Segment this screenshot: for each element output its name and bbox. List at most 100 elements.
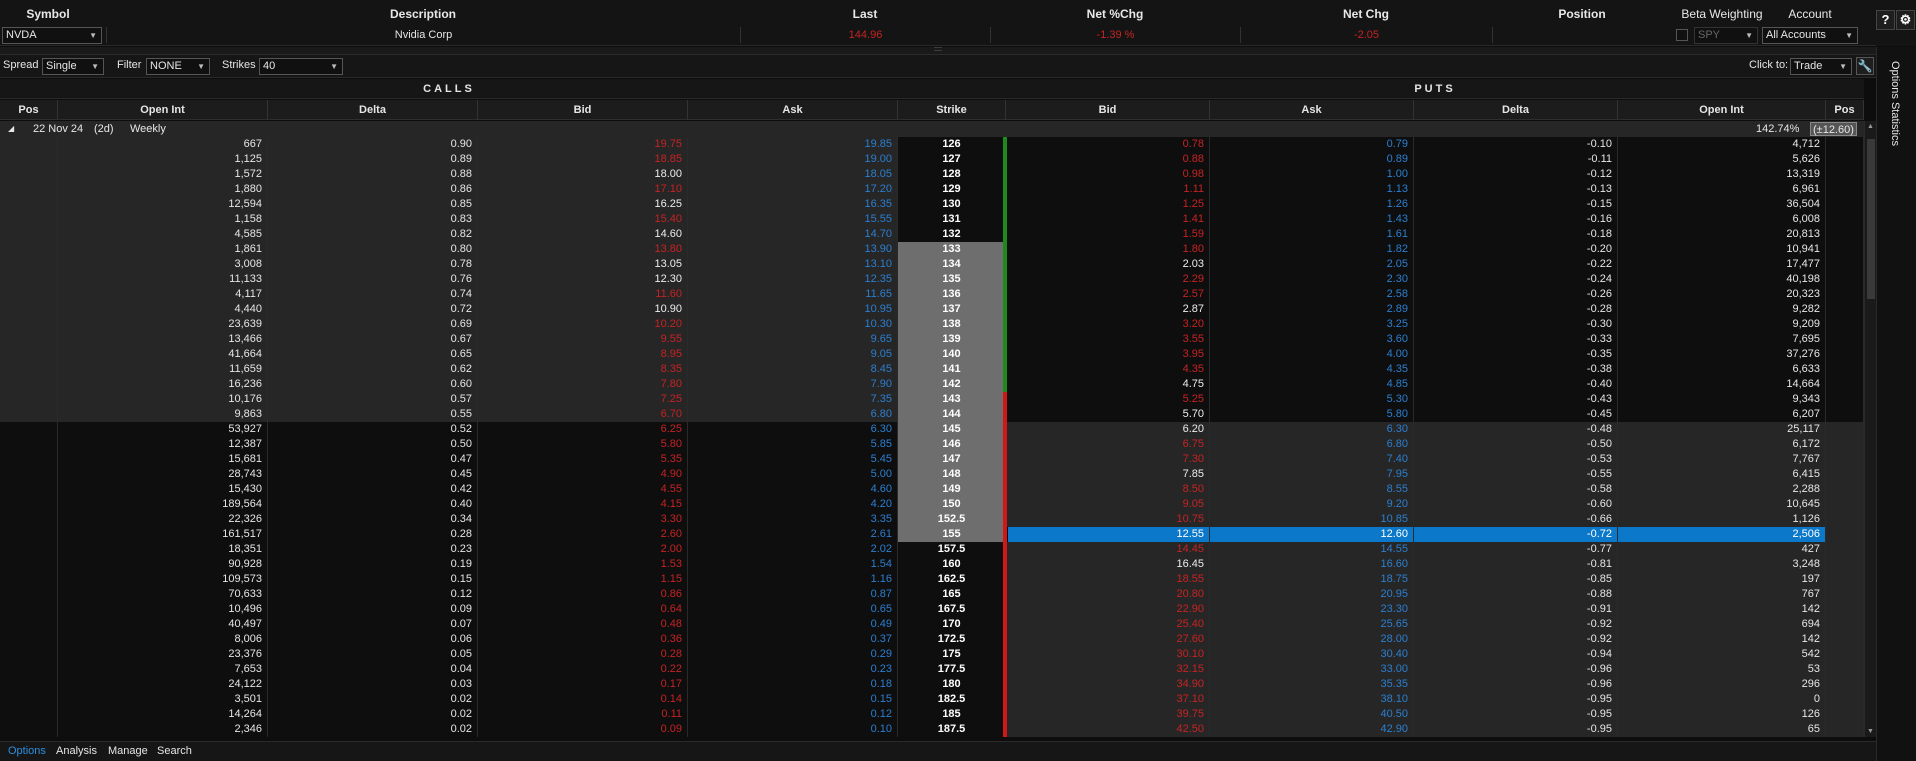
put-ask-cell[interactable]: 1.82: [1210, 242, 1414, 257]
col-calls-open-int[interactable]: Open Int: [58, 100, 268, 120]
table-row[interactable]: 1,125 0.89 18.85 19.00 127 0.88 0.89 -0.11 5,626: [0, 152, 1864, 167]
col-calls-delta[interactable]: Delta: [268, 100, 478, 120]
table-row[interactable]: 53,927 0.52 6.25 6.30 145 6.20 6.30 -0.48 25,117: [0, 422, 1864, 437]
put-ask-cell[interactable]: 42.90: [1210, 722, 1414, 737]
put-bid-cell[interactable]: 27.60: [1006, 632, 1210, 647]
call-ask-cell[interactable]: 18.05: [688, 167, 898, 182]
call-bid-cell[interactable]: 5.80: [478, 437, 688, 452]
put-bid-cell[interactable]: 10.75: [1006, 512, 1210, 527]
call-ask-cell[interactable]: 0.12: [688, 707, 898, 722]
call-bid-cell[interactable]: 6.70: [478, 407, 688, 422]
call-bid-cell[interactable]: 3.30: [478, 512, 688, 527]
put-bid-cell[interactable]: 42.50: [1006, 722, 1210, 737]
beta-weighting-checkbox[interactable]: [1676, 29, 1688, 41]
call-ask-cell[interactable]: 6.80: [688, 407, 898, 422]
put-ask-cell[interactable]: 4.00: [1210, 347, 1414, 362]
tab-options[interactable]: Options: [8, 745, 46, 757]
table-row[interactable]: 11,659 0.62 8.35 8.45 141 4.35 4.35 -0.38 6,633: [0, 362, 1864, 377]
put-ask-cell[interactable]: 23.30: [1210, 602, 1414, 617]
col-puts-delta[interactable]: Delta: [1414, 100, 1618, 120]
call-bid-cell[interactable]: 12.30: [478, 272, 688, 287]
table-row[interactable]: 41,664 0.65 8.95 9.05 140 3.95 4.00 -0.35 37,276: [0, 347, 1864, 362]
expiration-row[interactable]: ◢ 22 Nov 24 (2d) Weekly 142.74% (±12.60): [0, 121, 1864, 137]
put-ask-cell[interactable]: 30.40: [1210, 647, 1414, 662]
col-calls-bid[interactable]: Bid: [478, 100, 688, 120]
call-ask-cell[interactable]: 13.90: [688, 242, 898, 257]
call-ask-cell[interactable]: 5.85: [688, 437, 898, 452]
col-puts-bid[interactable]: Bid: [1006, 100, 1210, 120]
put-bid-cell[interactable]: 5.70: [1006, 407, 1210, 422]
call-ask-cell[interactable]: 1.54: [688, 557, 898, 572]
table-row[interactable]: 1,158 0.83 15.40 15.55 131 1.41 1.43 -0.16 6,008: [0, 212, 1864, 227]
call-bid-cell[interactable]: 2.60: [478, 527, 688, 542]
settings-gear-icon[interactable]: ⚙: [1896, 10, 1915, 30]
table-row[interactable]: 8,006 0.06 0.36 0.37 172.5 27.60 28.00 -0.92 142: [0, 632, 1864, 647]
table-row[interactable]: 13,466 0.67 9.55 9.65 139 3.55 3.60 -0.33 7,695: [0, 332, 1864, 347]
wrench-icon[interactable]: 🔧: [1856, 57, 1874, 75]
table-row[interactable]: 70,633 0.12 0.86 0.87 165 20.80 20.95 -0.88 767: [0, 587, 1864, 602]
filter-select[interactable]: NONE ▼: [146, 58, 210, 75]
call-bid-cell[interactable]: 10.20: [478, 317, 688, 332]
call-bid-cell[interactable]: 10.90: [478, 302, 688, 317]
call-ask-cell[interactable]: 0.29: [688, 647, 898, 662]
call-ask-cell[interactable]: 0.15: [688, 692, 898, 707]
click-to-select[interactable]: Trade ▼: [1790, 58, 1852, 75]
put-ask-cell[interactable]: 5.30: [1210, 392, 1414, 407]
tab-analysis[interactable]: Analysis: [56, 745, 97, 757]
call-ask-cell[interactable]: 10.30: [688, 317, 898, 332]
col-calls-pos[interactable]: Pos: [0, 100, 58, 120]
call-bid-cell[interactable]: 18.85: [478, 152, 688, 167]
table-row[interactable]: 10,496 0.09 0.64 0.65 167.5 22.90 23.30 -0.91 14…: [0, 602, 1864, 617]
put-ask-cell[interactable]: 35.35: [1210, 677, 1414, 692]
put-bid-cell[interactable]: 8.50: [1006, 482, 1210, 497]
account-select[interactable]: All Accounts ▼: [1762, 27, 1858, 44]
put-bid-cell[interactable]: 1.80: [1006, 242, 1210, 257]
call-bid-cell[interactable]: 0.22: [478, 662, 688, 677]
table-row[interactable]: 22,326 0.34 3.30 3.35 152.5 10.75 10.85 -0.66 1,…: [0, 512, 1864, 527]
table-row[interactable]: 109,573 0.15 1.15 1.16 162.5 18.55 18.75 -0.85 1…: [0, 572, 1864, 587]
put-ask-cell[interactable]: 10.85: [1210, 512, 1414, 527]
call-bid-cell[interactable]: 0.36: [478, 632, 688, 647]
put-ask-cell[interactable]: 18.75: [1210, 572, 1414, 587]
call-ask-cell[interactable]: 8.45: [688, 362, 898, 377]
call-bid-cell[interactable]: 0.09: [478, 722, 688, 737]
put-ask-cell[interactable]: 40.50: [1210, 707, 1414, 722]
table-row[interactable]: 12,387 0.50 5.80 5.85 146 6.75 6.80 -0.50 6,172: [0, 437, 1864, 452]
call-ask-cell[interactable]: 11.65: [688, 287, 898, 302]
symbol-input[interactable]: NVDA ▼: [2, 27, 102, 44]
table-row[interactable]: 161,517 0.28 2.60 2.61 155 12.55 12.60 -0.72 2,5…: [0, 527, 1864, 542]
put-bid-cell[interactable]: 32.15: [1006, 662, 1210, 677]
call-ask-cell[interactable]: 13.10: [688, 257, 898, 272]
put-ask-cell[interactable]: 20.95: [1210, 587, 1414, 602]
call-bid-cell[interactable]: 0.11: [478, 707, 688, 722]
call-bid-cell[interactable]: 15.40: [478, 212, 688, 227]
put-bid-cell[interactable]: 22.90: [1006, 602, 1210, 617]
table-row[interactable]: 12,594 0.85 16.25 16.35 130 1.25 1.26 -0.15 36,5…: [0, 197, 1864, 212]
put-bid-cell[interactable]: 1.41: [1006, 212, 1210, 227]
table-row[interactable]: 23,376 0.05 0.28 0.29 175 30.10 30.40 -0.94 542: [0, 647, 1864, 662]
put-bid-cell[interactable]: 1.11: [1006, 182, 1210, 197]
put-ask-cell[interactable]: 25.65: [1210, 617, 1414, 632]
call-bid-cell[interactable]: 1.15: [478, 572, 688, 587]
put-bid-cell[interactable]: 3.55: [1006, 332, 1210, 347]
put-bid-cell[interactable]: 39.75: [1006, 707, 1210, 722]
put-bid-cell[interactable]: 1.25: [1006, 197, 1210, 212]
table-row[interactable]: 14,264 0.02 0.11 0.12 185 39.75 40.50 -0.95 126: [0, 707, 1864, 722]
call-ask-cell[interactable]: 19.00: [688, 152, 898, 167]
put-ask-cell[interactable]: 4.85: [1210, 377, 1414, 392]
call-bid-cell[interactable]: 8.35: [478, 362, 688, 377]
call-bid-cell[interactable]: 0.14: [478, 692, 688, 707]
put-ask-cell[interactable]: 4.35: [1210, 362, 1414, 377]
call-ask-cell[interactable]: 10.95: [688, 302, 898, 317]
put-ask-cell[interactable]: 28.00: [1210, 632, 1414, 647]
call-bid-cell[interactable]: 11.60: [478, 287, 688, 302]
spread-select[interactable]: Single ▼: [42, 58, 104, 75]
call-ask-cell[interactable]: 12.35: [688, 272, 898, 287]
put-bid-cell[interactable]: 9.05: [1006, 497, 1210, 512]
table-row[interactable]: 1,880 0.86 17.10 17.20 129 1.11 1.13 -0.13 6,961: [0, 182, 1864, 197]
put-ask-cell[interactable]: 12.60: [1210, 527, 1414, 542]
put-bid-cell[interactable]: 3.20: [1006, 317, 1210, 332]
put-bid-cell[interactable]: 37.10: [1006, 692, 1210, 707]
call-ask-cell[interactable]: 2.02: [688, 542, 898, 557]
put-ask-cell[interactable]: 0.89: [1210, 152, 1414, 167]
